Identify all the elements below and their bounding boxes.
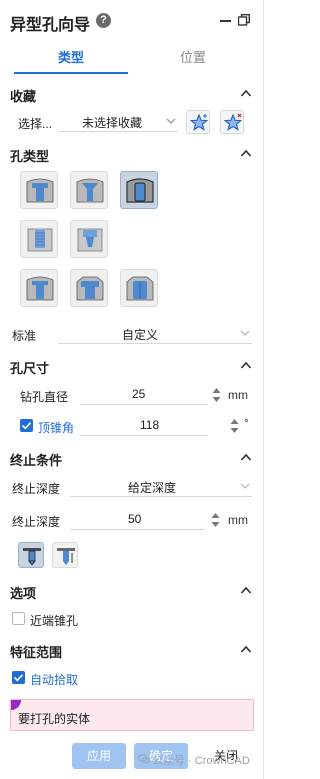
end-depth-unit: mm [228, 513, 248, 527]
end-depth-row: 终止深度 50 mm [12, 508, 254, 532]
tapped-hole-icon [27, 228, 53, 252]
slot-button[interactable] [120, 269, 158, 307]
cone-angle-checkbox[interactable] [20, 419, 33, 432]
standard-select[interactable]: 自定义 [58, 322, 252, 344]
end-depth-label: 终止深度 [12, 515, 61, 529]
hole-wizard-panel: 异型孔向导 ? 类型 位置 收藏 选择... 未选择收藏 孔类型 标准 自定义 … [0, 0, 264, 779]
check-icon [21, 422, 32, 430]
cone-angle-unit: ° [244, 416, 249, 430]
simple-hole-button[interactable] [120, 171, 158, 209]
target-body-selection-box[interactable]: 要打孔的实体 [10, 699, 254, 731]
legacy-hole-button[interactable] [20, 269, 58, 307]
end-type-select[interactable]: 给定深度 [70, 475, 252, 497]
favorites-select[interactable]: 未选择收藏 [58, 110, 178, 132]
near-cone-row: 近端锥孔 [12, 607, 212, 631]
auto-pick-checkbox[interactable] [12, 671, 25, 684]
wechat-icon [138, 754, 150, 764]
apply-button[interactable]: 应用 [72, 743, 126, 769]
countersink-hole-button[interactable] [70, 171, 108, 209]
cone-angle-row: 顶锥角 118 ° [20, 414, 254, 438]
tab-type[interactable]: 类型 [14, 44, 128, 74]
title-bar: 异型孔向导 ? [0, 0, 264, 42]
collapse-icon[interactable] [240, 644, 252, 654]
end-flat-button[interactable] [18, 542, 44, 568]
counterbore-hole-button[interactable] [20, 171, 58, 209]
counterbore-hole-icon [26, 178, 54, 203]
collapse-icon[interactable] [240, 360, 252, 370]
watermark: 公众号 · CrownCAD [152, 755, 250, 767]
hole-size-section-header[interactable]: 孔尺寸 [10, 356, 254, 376]
standard-label: 标准 [12, 329, 37, 343]
options-section-title: 选项 [10, 586, 37, 601]
drill-diameter-spinner[interactable] [212, 387, 221, 403]
tab-position[interactable]: 位置 [136, 44, 250, 74]
favorites-section-header[interactable]: 收藏 [10, 84, 254, 104]
pipe-tapped-hole-button[interactable] [70, 220, 108, 258]
check-icon [13, 674, 24, 682]
selection-indicator [11, 700, 21, 710]
hole-size-section-title: 孔尺寸 [10, 361, 50, 376]
auto-pick-row: 自动拾取 [12, 666, 212, 690]
auto-pick-label: 自动拾取 [30, 673, 79, 687]
near-cone-label: 近端锥孔 [30, 614, 79, 628]
target-body-prompt: 要打孔的实体 [18, 712, 91, 726]
chevron-down-icon [240, 483, 250, 489]
hole-type-section-title: 孔类型 [10, 149, 50, 164]
cone-angle-input[interactable]: 118 [80, 414, 208, 436]
counterbore-slot-button[interactable] [70, 269, 108, 307]
favorites-row: 选择... 未选择收藏 [18, 110, 178, 134]
feature-scope-section-title: 特征范围 [10, 645, 63, 660]
end-depth-spinner[interactable] [211, 512, 220, 528]
collapse-icon[interactable] [240, 585, 252, 595]
help-icon[interactable]: ? [96, 13, 111, 28]
favorites-label: 选择... [18, 117, 53, 131]
delete-favorite-button[interactable] [220, 110, 244, 134]
simple-hole-icon [126, 178, 154, 203]
near-cone-checkbox[interactable] [12, 612, 25, 625]
cone-angle-label: 顶锥角 [38, 421, 75, 435]
cone-angle-spinner[interactable] [230, 418, 239, 434]
drill-diameter-unit: mm [228, 388, 248, 402]
drill-diameter-value: 25 [132, 387, 146, 401]
drill-diameter-label: 钻孔直径 [20, 390, 69, 404]
collapse-icon[interactable] [240, 88, 252, 98]
collapse-icon[interactable] [240, 452, 252, 462]
drill-diameter-input[interactable]: 25 [80, 383, 208, 405]
standard-row: 标准 自定义 [12, 322, 254, 346]
favorites-select-value: 未选择收藏 [82, 116, 143, 130]
end-condition-section-title: 终止条件 [10, 453, 63, 468]
counterbore-slot-icon [76, 276, 104, 301]
countersink-hole-icon [76, 178, 104, 203]
end-depth-input[interactable]: 50 [70, 508, 204, 530]
flat-bottom-icon [23, 548, 41, 566]
feature-scope-section-header[interactable]: 特征范围 [10, 640, 254, 660]
star-add-icon [189, 113, 209, 131]
end-condition-section-header[interactable]: 终止条件 [10, 448, 254, 468]
pipe-tapped-hole-icon [77, 228, 103, 252]
slot-icon [126, 276, 154, 301]
cone-angle-value: 118 [140, 418, 160, 432]
chevron-down-icon [166, 118, 176, 124]
minimize-icon[interactable] [220, 20, 231, 22]
panel-title: 异型孔向导 [10, 17, 91, 34]
legacy-hole-icon [26, 276, 54, 301]
cone-bottom-icon [57, 548, 75, 565]
options-section-header[interactable]: 选项 [10, 581, 254, 601]
tab-bar: 类型 位置 [0, 44, 264, 74]
star-delete-icon [223, 113, 243, 131]
end-cone-button[interactable] [52, 542, 78, 568]
tapped-hole-button[interactable] [20, 220, 58, 258]
drill-diameter-row: 钻孔直径 25 mm [20, 383, 254, 407]
end-type-select-value: 给定深度 [128, 481, 177, 495]
collapse-icon[interactable] [240, 148, 252, 158]
hole-type-section-header[interactable]: 孔类型 [10, 144, 254, 164]
favorites-section-title: 收藏 [10, 89, 37, 104]
standard-select-value: 自定义 [122, 328, 159, 342]
chevron-down-icon [240, 330, 250, 336]
add-favorite-button[interactable] [186, 110, 210, 134]
end-type-label: 终止深度 [12, 482, 61, 496]
restore-icon[interactable] [238, 14, 250, 26]
end-type-row: 终止深度 给定深度 [12, 475, 254, 499]
end-depth-value: 50 [128, 512, 142, 526]
